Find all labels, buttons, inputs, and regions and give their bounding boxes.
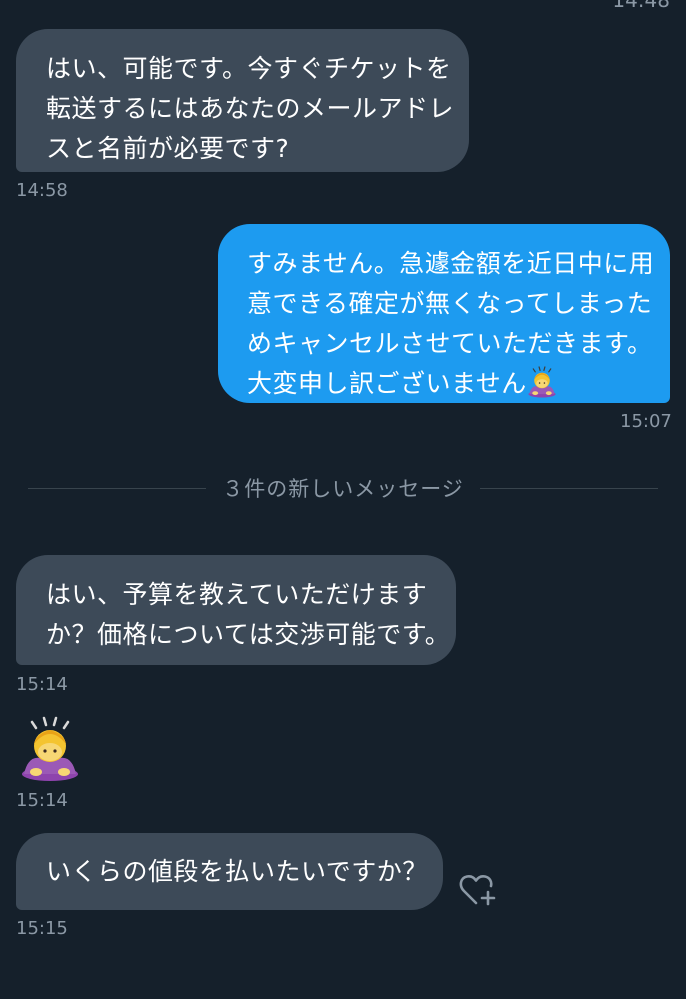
message-text-line: か？価格については交渉可能です。	[46, 620, 451, 649]
message-timestamp: 15:14	[16, 790, 68, 811]
message-text-line: スと名前が必要です?	[46, 134, 290, 163]
message-timestamp: 15:15	[16, 918, 68, 939]
message-text-line: いくらの値段を払いたいですか？	[46, 857, 428, 886]
message-bubble-outgoing[interactable]: すみません。急遽金額を近日中に用 意できる確定が無くなってしまった めキャンセル…	[218, 224, 670, 403]
person-bowing-emoji-icon	[527, 366, 557, 398]
message-text-line: 大変申し訳ございません	[247, 364, 670, 404]
heart-plus-icon[interactable]	[458, 872, 500, 908]
message-text-line: めキャンセルさせていただきます。	[247, 329, 653, 358]
message-text-line: 転送するにはあなたのメールアドレ	[46, 94, 455, 123]
message-timestamp: 14:58	[16, 180, 68, 201]
message-timestamp: 15:14	[16, 674, 68, 695]
message-text-segment: 大変申し訳ございません	[247, 369, 527, 398]
message-bubble-incoming[interactable]: はい、可能です。今すぐチケットを 転送するにはあなたのメールアドレ スと名前が必…	[16, 29, 469, 172]
message-text-line: 意できる確定が無くなってしまった	[247, 289, 653, 318]
divider-rule	[28, 487, 207, 489]
message-bubble-incoming[interactable]: はい、予算を教えていただけます か？価格については交渉可能です。	[16, 555, 456, 665]
new-messages-label: ３件の新しいメッセージ	[222, 477, 464, 501]
new-messages-divider: ３件の新しいメッセージ	[28, 475, 658, 501]
message-text-line: すみません。急遽金額を近日中に用	[247, 249, 655, 278]
message-bubble-incoming[interactable]: いくらの値段を払いたいですか？	[16, 833, 443, 910]
message-text-line: はい、可能です。今すぐチケットを	[46, 54, 452, 83]
message-text-line: はい、予算を教えていただけます	[46, 580, 428, 609]
top-timestamp: 14:48	[612, 0, 670, 12]
person-bowing-emoji-icon[interactable]	[20, 716, 80, 782]
divider-rule	[479, 487, 658, 489]
message-timestamp: 15:07	[620, 411, 672, 432]
